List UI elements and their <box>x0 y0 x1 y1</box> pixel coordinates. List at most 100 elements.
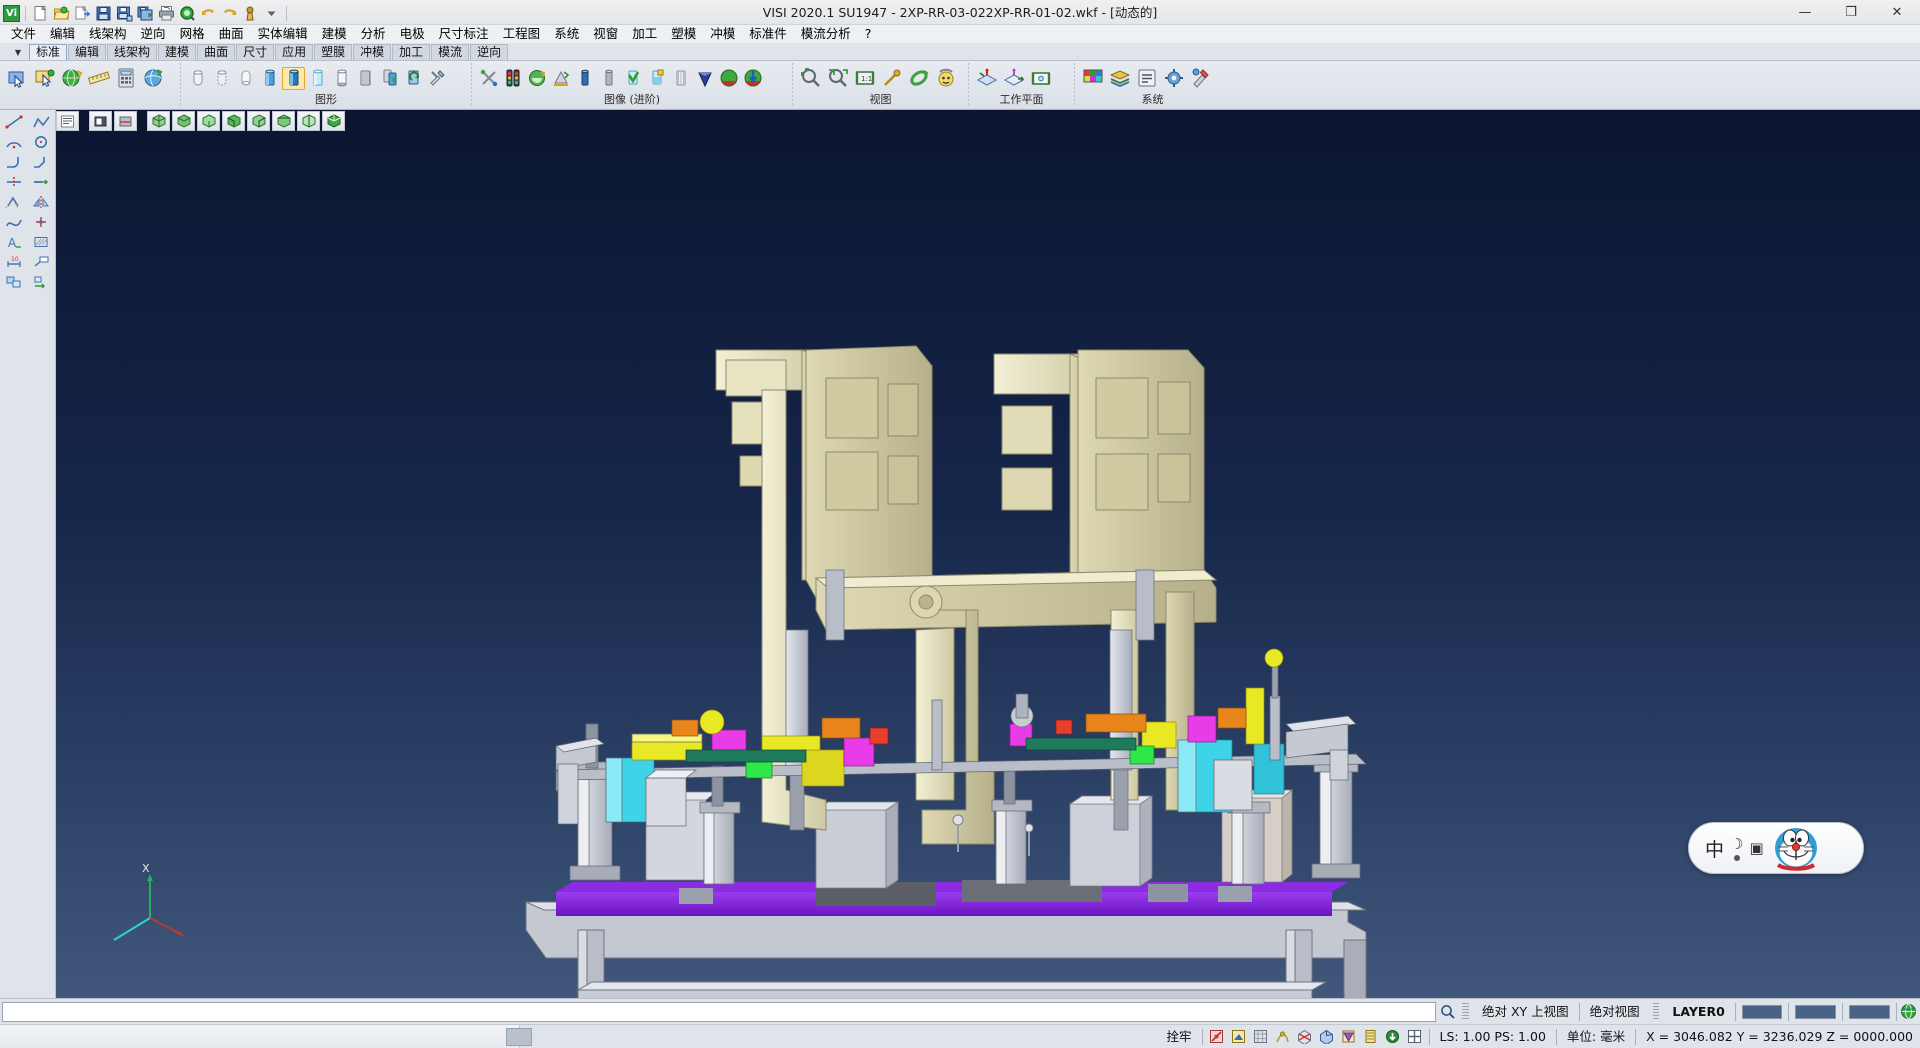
menu-item-edit[interactable]: 编辑 <box>43 25 82 43</box>
scale-label[interactable]: LS: 1.00 PS: 1.00 <box>1433 1025 1553 1048</box>
save-icon[interactable] <box>94 4 113 23</box>
select-entity-icon[interactable] <box>5 65 31 91</box>
render-transparent-icon[interactable] <box>669 67 692 90</box>
status-grip-2[interactable] <box>1653 1003 1660 1021</box>
tab-diemaking[interactable]: 冲模 <box>353 44 391 60</box>
wire-polyline-icon[interactable] <box>28 112 54 131</box>
taskbar-button[interactable] <box>506 1028 532 1046</box>
wp-rotate-icon[interactable] <box>1028 65 1054 91</box>
menu-item-standard-parts[interactable]: 标准件 <box>742 25 794 43</box>
tab-edit[interactable]: 编辑 <box>68 44 106 60</box>
layer-ghost-icon[interactable] <box>234 67 257 90</box>
menu-item-wireframe[interactable]: 线架构 <box>82 25 134 43</box>
render-solid-icon[interactable] <box>573 67 596 90</box>
wire-group-icon[interactable] <box>1 272 27 291</box>
command-prompt-input[interactable] <box>2 1002 1436 1022</box>
render-fill-icon[interactable] <box>645 67 668 90</box>
tab-dimension[interactable]: 尺寸 <box>236 44 274 60</box>
import-icon[interactable] <box>73 4 92 23</box>
menu-item-file[interactable]: 文件 <box>4 25 43 43</box>
overflow-icon[interactable] <box>262 4 281 23</box>
close-button[interactable]: ✕ <box>1874 0 1920 25</box>
snap-entity-icon[interactable] <box>1206 1027 1228 1047</box>
moon-icon[interactable]: ☽ <box>1730 835 1743 853</box>
layer-active-icon[interactable] <box>282 67 305 90</box>
layer-visible-icon[interactable] <box>258 67 281 90</box>
render-sphere-icon[interactable] <box>717 67 740 90</box>
snap-layer-icon[interactable] <box>1360 1027 1382 1047</box>
layer-section-icon[interactable] <box>354 67 377 90</box>
view-iso4-icon[interactable] <box>222 111 245 131</box>
settings-icon[interactable] <box>1161 65 1187 91</box>
view-iso3-icon[interactable] <box>197 111 220 131</box>
color-swatch-1[interactable] <box>1742 1005 1783 1019</box>
wire-arc-icon[interactable] <box>1 132 27 151</box>
view-perspective-icon[interactable] <box>933 65 959 91</box>
wire-extend-icon[interactable] <box>28 172 54 191</box>
tab-modeling[interactable]: 建模 <box>158 44 196 60</box>
dynamic-rotate-icon[interactable] <box>59 65 85 91</box>
menu-item-diemaking[interactable]: 冲模 <box>703 25 742 43</box>
menu-item-surface[interactable]: 曲面 <box>212 25 251 43</box>
layer-copy-icon[interactable] <box>378 67 401 90</box>
macro-icon[interactable] <box>1188 65 1214 91</box>
maximize-button[interactable]: ❐ <box>1828 0 1874 25</box>
color-palette-icon[interactable] <box>1080 65 1106 91</box>
menu-item-system[interactable]: 系统 <box>547 25 586 43</box>
camera-icon[interactable]: ▣ <box>1749 839 1763 857</box>
print-icon[interactable] <box>157 4 176 23</box>
view-iso8-icon[interactable] <box>322 111 345 131</box>
wire-note-icon[interactable] <box>28 252 54 271</box>
view-iso2-icon[interactable] <box>172 111 195 131</box>
viewport-3d[interactable]: X 中 ☽ ▣ <box>56 110 1920 998</box>
wire-circle-icon[interactable] <box>28 132 54 151</box>
save-all-icon[interactable] <box>136 4 155 23</box>
wire-hatch-icon[interactable] <box>28 232 54 251</box>
color-swatch-2[interactable] <box>1795 1005 1836 1019</box>
ime-mode-label[interactable]: 中 <box>1695 835 1724 862</box>
options-icon[interactable] <box>1134 65 1160 91</box>
snap-solid-icon[interactable] <box>1316 1027 1338 1047</box>
wire-dim-icon[interactable]: 10 <box>1 252 27 271</box>
menu-item-dimension[interactable]: 尺寸标注 <box>432 25 496 43</box>
snap-lock-label[interactable]: 拴牢 <box>1160 1025 1199 1048</box>
render-wire-icon[interactable] <box>477 67 500 90</box>
tab-standard[interactable]: 标准 <box>29 44 67 60</box>
snap-intersect-icon[interactable] <box>1272 1027 1294 1047</box>
calculator-icon[interactable] <box>113 65 139 91</box>
menu-item-modeling[interactable]: 建模 <box>315 25 354 43</box>
snap-center-icon[interactable] <box>1294 1027 1316 1047</box>
dot-icon[interactable] <box>1734 855 1740 861</box>
tab-reverse[interactable]: 逆向 <box>470 44 508 60</box>
snap-point-icon[interactable] <box>1228 1027 1250 1047</box>
minimize-button[interactable]: — <box>1782 0 1828 25</box>
wire-spline-icon[interactable] <box>1 212 27 231</box>
menu-item-analysis[interactable]: 分析 <box>354 25 393 43</box>
view-mode-label[interactable]: 绝对 XY 上视图 <box>1472 1000 1579 1024</box>
wire-chamfer-icon[interactable] <box>28 152 54 171</box>
ime-toggle-group[interactable]: ☽ <box>1730 835 1743 861</box>
view-type-label[interactable]: 绝对视图 <box>1580 1000 1650 1024</box>
redo-icon[interactable] <box>220 4 239 23</box>
wire-transform-icon[interactable] <box>28 272 54 291</box>
render-sphere-down-icon[interactable] <box>741 67 764 90</box>
snap-wp-icon[interactable] <box>1382 1027 1404 1047</box>
view-render-icon[interactable] <box>114 111 137 131</box>
ime-floating-bar[interactable]: 中 ☽ ▣ <box>1688 822 1864 874</box>
zoom-window-icon[interactable] <box>798 65 824 91</box>
color-swatch-3[interactable] <box>1849 1005 1890 1019</box>
new-file-icon[interactable] <box>31 4 50 23</box>
layer-transparent-icon[interactable] <box>306 67 329 90</box>
view-pan-icon[interactable] <box>879 65 905 91</box>
measure-icon[interactable] <box>86 65 112 91</box>
preview-icon[interactable] <box>178 4 197 23</box>
menu-item-help[interactable]: ? <box>858 25 879 43</box>
undo-icon[interactable] <box>199 4 218 23</box>
menu-item-drawing[interactable]: 工程图 <box>496 25 548 43</box>
menu-item-electrode[interactable]: 电极 <box>393 25 432 43</box>
globe-icon[interactable] <box>1897 1003 1920 1020</box>
render-hidden-icon[interactable] <box>549 67 572 90</box>
save-as-icon[interactable] <box>115 4 134 23</box>
layer-off-icon[interactable] <box>186 67 209 90</box>
wp-move-icon[interactable] <box>1001 65 1027 91</box>
